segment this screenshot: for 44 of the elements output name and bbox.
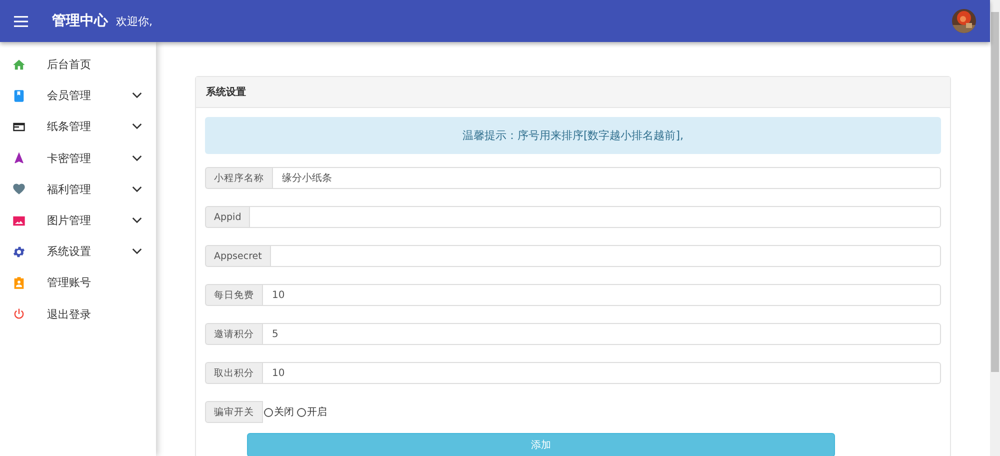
sidebar-item[interactable]: 卡密管理 — [0, 142, 156, 174]
input-field[interactable]: 10 — [262, 362, 941, 384]
book-icon — [12, 88, 26, 103]
info-alert: 温馨提示：序号用来排序[数字越小排名越前], — [205, 117, 941, 154]
field-label: 小程序名称 — [205, 167, 272, 189]
app-title: 管理中心 — [52, 12, 108, 30]
menu-icon[interactable] — [14, 16, 28, 26]
badge-icon — [12, 276, 26, 290]
power-icon — [12, 307, 26, 322]
sidebar-item[interactable]: 图片管理 — [0, 204, 156, 236]
input-field[interactable] — [270, 245, 941, 267]
input-field[interactable]: 10 — [262, 284, 941, 306]
field-label: Appid — [205, 206, 250, 228]
chevron-down-icon — [132, 217, 142, 224]
field-label: 取出积分 — [205, 362, 262, 384]
heart-icon — [12, 182, 26, 196]
chevron-down-icon — [132, 154, 142, 162]
greeting-text: 欢迎你, — [116, 14, 152, 28]
sidebar-item[interactable]: 管理账号 — [0, 267, 156, 298]
sidebar-item[interactable]: 会员管理 — [0, 80, 156, 112]
sidebar-item[interactable]: 福利管理 — [0, 174, 156, 205]
navigation-icon — [12, 151, 26, 166]
sidebar-item[interactable]: 后台首页 — [0, 49, 156, 80]
field-label: 邀请积分 — [205, 323, 262, 345]
sidebar-item[interactable]: 纸条管理 — [0, 111, 156, 143]
radio-option[interactable]: 关闭 — [263, 405, 294, 419]
chevron-down-icon — [132, 92, 142, 100]
settings-icon — [12, 244, 26, 259]
radio-option[interactable]: 开启 — [296, 405, 327, 419]
sidebar-item[interactable]: 退出登录 — [0, 298, 156, 330]
field-label: 每日免费 — [205, 284, 262, 306]
input-field[interactable] — [249, 206, 941, 228]
sidebar-item[interactable]: 系统设置 — [0, 236, 156, 268]
field-label: Appsecret — [205, 245, 270, 267]
chevron-down-icon — [132, 186, 142, 193]
home-icon — [12, 58, 26, 72]
image-icon — [12, 214, 26, 228]
card-title: 系统设置 — [196, 77, 950, 108]
input-field[interactable]: 缘分小纸条 — [272, 167, 941, 189]
chevron-down-icon — [132, 123, 142, 130]
field-label: 骗审开关 — [205, 401, 263, 423]
chevron-down-icon — [132, 248, 142, 256]
scrollbar[interactable] — [990, 0, 1000, 456]
input-field[interactable]: 5 — [262, 323, 941, 345]
